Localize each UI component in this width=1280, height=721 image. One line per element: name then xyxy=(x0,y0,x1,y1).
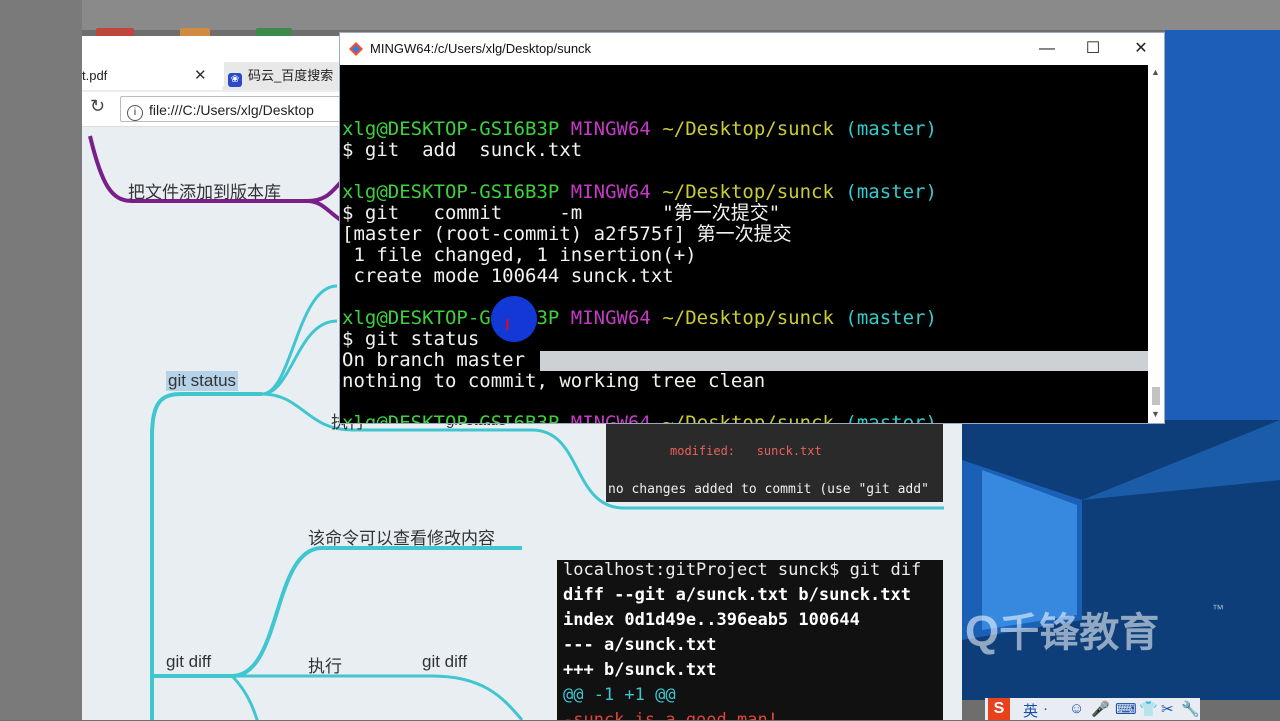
scroll-up-icon[interactable]: ▲ xyxy=(1151,67,1160,77)
command-line-status: $ git status xyxy=(342,328,480,350)
snippet-diff-line: index 0d1d49e..396eab5 100644 xyxy=(563,610,860,630)
watermark-q-icon: Q xyxy=(965,607,1000,656)
snippet-modified-line: modified: sunck.txt xyxy=(670,444,822,458)
outer-left-shade xyxy=(0,0,82,720)
watermark-logo: Q千锋教育 xyxy=(965,600,1159,658)
mindmap-label-git-diff[interactable]: git diff xyxy=(166,652,211,672)
scroll-thumb[interactable] xyxy=(1152,387,1160,405)
mindmap-label-exec-2[interactable]: 执行 xyxy=(308,652,342,677)
output-create-mode: create mode 100644 sunck.txt xyxy=(342,265,674,287)
prompt-env: MINGW64 xyxy=(570,412,651,423)
minimize-button[interactable]: — xyxy=(1024,33,1070,65)
snippet-diff-line: --- a/sunck.txt xyxy=(563,635,717,655)
mindmap-snippet-status: modified: sunck.txt no changes added to … xyxy=(606,424,943,502)
ime-english-icon[interactable]: 英 xyxy=(1023,700,1038,721)
mingw-terminal-window[interactable]: MINGW64:/c/Users/xlg/Desktop/sunck — ☐ ✕… xyxy=(339,32,1165,424)
emoji-icon[interactable]: ☺ xyxy=(1069,700,1084,717)
close-button[interactable]: ✕ xyxy=(1118,33,1164,65)
text-selection-highlight xyxy=(540,351,1148,371)
info-icon[interactable]: i xyxy=(127,105,143,121)
cursor-highlight xyxy=(491,296,537,342)
mindmap-branch-diff-3 xyxy=(230,674,259,720)
prompt-branch: (master) xyxy=(845,307,937,329)
prompt-line-3: xlg@DESKTOP-GSI6B3P MINGW64 ~/Desktop/su… xyxy=(342,307,937,329)
scroll-down-icon[interactable]: ▼ xyxy=(1151,409,1160,419)
prompt-path: ~/Desktop/sunck xyxy=(662,118,834,140)
mindmap-label-add-to-repo[interactable]: 把文件添加到版本库 xyxy=(128,178,281,203)
maximize-button[interactable]: ☐ xyxy=(1070,33,1116,65)
windows-logo-rays xyxy=(962,420,1280,640)
baidu-paw-icon: ❀ xyxy=(228,73,242,87)
mindmap-branch-diff-2 xyxy=(232,674,524,720)
reload-icon[interactable]: ↻ xyxy=(90,96,105,117)
command-line-add: $ git add sunck.txt xyxy=(342,139,583,161)
prompt-path: ~/Desktop/sunck xyxy=(662,181,834,203)
terminal-title-bar[interactable]: MINGW64:/c/Users/xlg/Desktop/sunck — ☐ ✕ xyxy=(340,33,1164,65)
prompt-line-2: xlg@DESKTOP-GSI6B3P MINGW64 ~/Desktop/su… xyxy=(342,181,937,203)
terminal-output[interactable]: xlg@DESKTOP-GSI6B3P MINGW64 ~/Desktop/su… xyxy=(340,65,1148,423)
output-on-branch: On branch master xyxy=(342,349,526,371)
snippet-diff-line: -sunck is a good man! xyxy=(563,710,778,720)
mindmap-label-git-diff-2[interactable]: git diff xyxy=(422,652,467,672)
mindmap-snippet-diff: localhost:gitProject sunck$ git dif diff… xyxy=(557,560,943,720)
output-nothing-to-commit: nothing to commit, working tree clean xyxy=(342,370,766,392)
prompt-line-4: xlg@DESKTOP-GSI6B3P MINGW64 ~/Desktop/su… xyxy=(342,412,937,423)
tab-label: t.pdf xyxy=(82,68,108,83)
prompt-path: ~/Desktop/sunck xyxy=(662,412,834,423)
prompt-env: MINGW64 xyxy=(570,307,651,329)
prompt-branch: (master) xyxy=(845,181,937,203)
desktop-background-upper xyxy=(1165,30,1280,422)
prompt-user-host: xlg@DESKTOP-GSI6B3P xyxy=(342,118,560,140)
punctuation-icon[interactable]: · xyxy=(1043,700,1048,717)
snippet-diff-line: localhost:gitProject sunck$ git dif xyxy=(563,560,922,580)
prompt-path: ~/Desktop/sunck xyxy=(662,307,834,329)
command-line-commit: $ git commit -m "第一次提交" xyxy=(342,202,781,224)
prompt-line-1: xlg@DESKTOP-GSI6B3P MINGW64 ~/Desktop/su… xyxy=(342,118,937,140)
terminal-title: MINGW64:/c/Users/xlg/Desktop/sunck xyxy=(370,41,592,56)
mic-icon[interactable]: 🎤 xyxy=(1091,700,1110,718)
system-tray: 英 · ☺ 🎤 ⌨ 👕 ✂ 🔧 xyxy=(985,698,1200,720)
scissors-icon[interactable]: ✂ xyxy=(1161,700,1174,718)
snippet-diff-line: +++ b/sunck.txt xyxy=(563,660,717,680)
mindmap-label-git-status[interactable]: git status xyxy=(166,371,239,391)
output-commit-summary: [master (root-commit) a2f575f] 第一次提交 xyxy=(342,223,792,245)
tab-label: 码云_百度搜索 xyxy=(248,68,334,83)
sogou-ime-icon[interactable]: S xyxy=(988,698,1010,720)
watermark-text: 千锋教育 xyxy=(999,611,1160,655)
keyboard-icon[interactable]: ⌨ xyxy=(1115,700,1137,718)
url-text: file:///C:/Users/xlg/Desktop xyxy=(149,102,314,118)
prompt-user-host: xlg@DESKTOP-GSI6B3P xyxy=(342,181,560,203)
prompt-branch: (master) xyxy=(845,118,937,140)
snippet-diff-line: @@ -1 +1 @@ xyxy=(563,685,676,705)
wrench-icon[interactable]: 🔧 xyxy=(1181,700,1200,718)
mindmap-branch-purple-2 xyxy=(306,199,344,223)
watermark-trademark: ™ xyxy=(1212,602,1224,616)
outer-top-bar xyxy=(0,0,1280,30)
output-files-changed: 1 file changed, 1 insertion(+) xyxy=(342,244,697,266)
mindmap-label-view-changes[interactable]: 该命令可以查看修改内容 xyxy=(308,524,495,549)
text-cursor-icon: I xyxy=(505,317,510,334)
prompt-user-host: xlg@DESKTOP-GSI6B3P xyxy=(342,412,560,423)
prompt-branch: (master) xyxy=(845,412,937,423)
git-bash-icon xyxy=(349,42,363,56)
snippet-diff-line: diff --git a/sunck.txt b/sunck.txt xyxy=(563,585,911,605)
prompt-env: MINGW64 xyxy=(570,181,651,203)
close-icon[interactable]: ✕ xyxy=(194,62,207,90)
prompt-env: MINGW64 xyxy=(570,118,651,140)
snippet-no-changes-line: no changes added to commit (use "git add… xyxy=(608,482,929,497)
mindmap-branch-a xyxy=(261,284,338,396)
desktop-background xyxy=(962,420,1280,700)
terminal-scrollbar[interactable]: ▲ ▼ xyxy=(1148,65,1164,423)
browser-tab-pdf[interactable]: t.pdf ✕ xyxy=(82,62,222,90)
skin-icon[interactable]: 👕 xyxy=(1139,700,1158,718)
